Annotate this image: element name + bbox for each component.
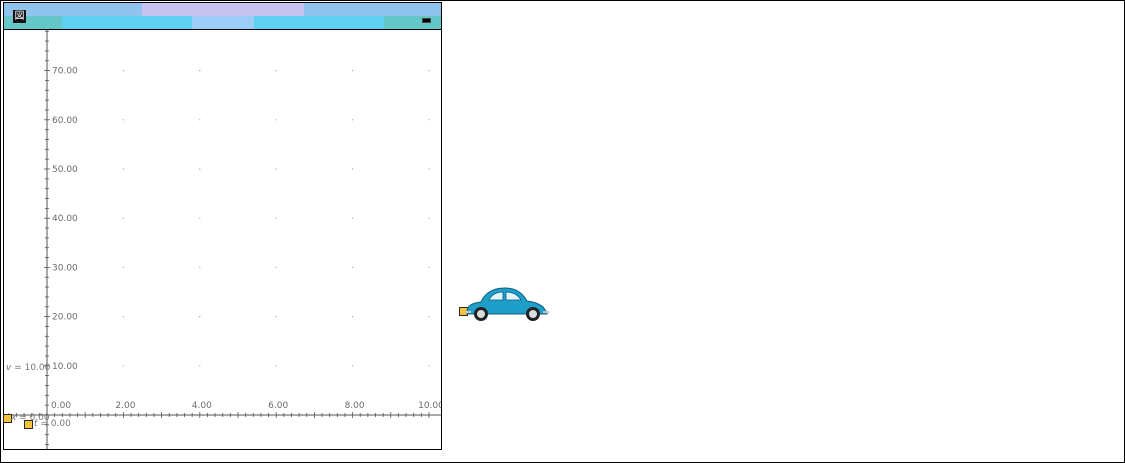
grid-dot xyxy=(275,266,277,268)
graph-svg: 0.00 2.00 4.00 6.00 8.00 10.00 10.00 20.00 30.00… xyxy=(4,30,441,449)
car-bumper xyxy=(465,311,471,313)
y-tick-label: 60.00 xyxy=(52,116,78,126)
t-point-handle[interactable] xyxy=(24,420,33,429)
grid-dot xyxy=(199,119,201,121)
x-tick-label: 6.00 xyxy=(268,401,288,411)
titlebar-band xyxy=(142,3,304,16)
t-readout: t = 0.00 xyxy=(34,419,71,429)
car-hubcap xyxy=(477,310,485,318)
grid-dot xyxy=(428,316,430,318)
grid-dot xyxy=(275,168,277,170)
titlebar-band xyxy=(384,16,441,29)
grid-dot xyxy=(352,70,354,72)
car-sprite[interactable] xyxy=(463,285,549,323)
minimize-icon[interactable] xyxy=(422,18,431,23)
x-tick-label: 2.00 xyxy=(115,401,135,411)
y-tick-label: 20.00 xyxy=(52,313,78,323)
grid-dot xyxy=(428,70,430,72)
grid-dot xyxy=(352,119,354,121)
grid-dot xyxy=(352,316,354,318)
grid-dot xyxy=(275,316,277,318)
grid-dot xyxy=(275,217,277,219)
graph-app-icon[interactable]: 図 xyxy=(13,10,26,23)
grid-dot xyxy=(199,217,201,219)
x-tick-label: 4.00 xyxy=(192,401,212,411)
titlebar-band xyxy=(62,16,192,29)
grid-dot xyxy=(352,266,354,268)
v-readout: v = 10.00 xyxy=(6,363,50,373)
y-tick-label: 30.00 xyxy=(52,263,78,273)
grid-dot xyxy=(428,217,430,219)
grid-dot xyxy=(122,266,124,268)
titlebar-band xyxy=(192,16,254,29)
y-tick-label: 50.00 xyxy=(52,165,78,175)
x-tick-label: 8.00 xyxy=(345,401,365,411)
grid-dot xyxy=(122,70,124,72)
graph-plot-area[interactable]: 0.00 2.00 4.00 6.00 8.00 10.00 10.00 20.00 30.00… xyxy=(4,30,441,449)
titlebar-band xyxy=(254,16,384,29)
grid-dot xyxy=(352,168,354,170)
grid-dot xyxy=(275,119,277,121)
grid-dot xyxy=(199,266,201,268)
titlebar-band xyxy=(304,3,441,16)
grid-dot xyxy=(122,365,124,367)
grid-dot xyxy=(199,316,201,318)
grid-dot xyxy=(199,365,201,367)
graph-window: 図 0.00 2.00 4.00 6.00 8.00 10.00 10.00 20.00 30.… xyxy=(3,2,442,450)
grid-dot xyxy=(275,365,277,367)
grid-dot xyxy=(199,70,201,72)
grid-dot xyxy=(122,168,124,170)
grid-dot xyxy=(122,119,124,121)
x-tick-label: 10.00 xyxy=(418,401,441,411)
x-tick-label: 0.00 xyxy=(51,401,71,411)
y-tick-label: 70.00 xyxy=(52,67,78,77)
grid-dot xyxy=(199,168,201,170)
t-readout-value: = 0.00 xyxy=(37,419,71,429)
y-tick-label: 10.00 xyxy=(52,362,78,372)
v-readout-value: = 10.00 xyxy=(11,363,51,373)
grid-dot xyxy=(428,119,430,121)
graph-titlebar[interactable]: 図 xyxy=(4,3,441,30)
grid-dot xyxy=(428,266,430,268)
grid-dot xyxy=(122,217,124,219)
car-bumper xyxy=(543,311,549,313)
car-hubcap xyxy=(529,310,537,318)
grid-dot xyxy=(428,365,430,367)
grid-dot xyxy=(352,217,354,219)
grid-dot xyxy=(275,70,277,72)
grid-dot xyxy=(352,365,354,367)
grid-dot xyxy=(122,316,124,318)
grid-dot xyxy=(428,168,430,170)
y-tick-label: 40.00 xyxy=(52,214,78,224)
